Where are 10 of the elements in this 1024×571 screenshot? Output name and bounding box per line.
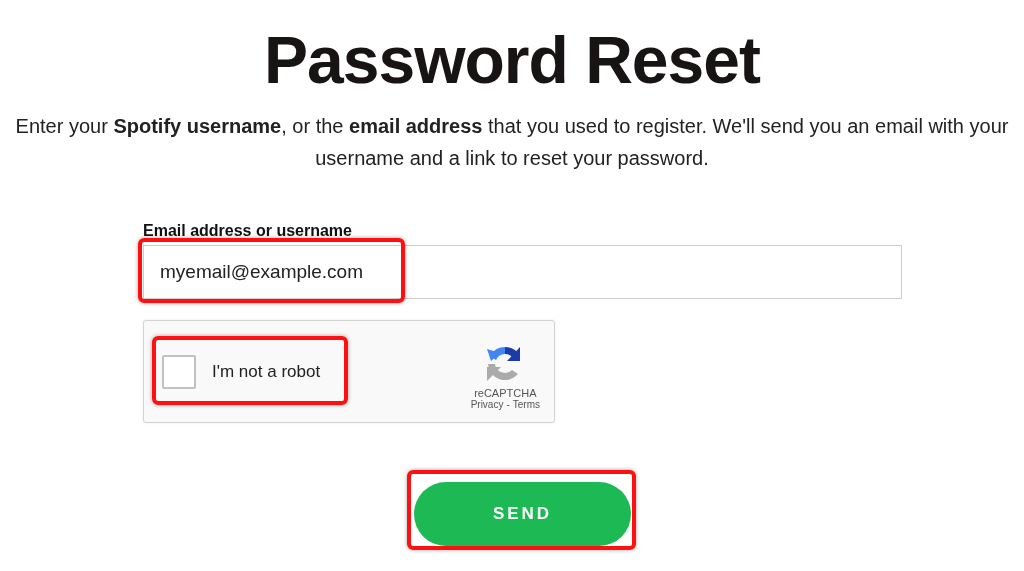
recaptcha-brand: reCAPTCHA (474, 387, 537, 399)
email-field[interactable]: myemail@example.com (143, 245, 902, 299)
terms-link[interactable]: Terms (512, 399, 540, 410)
page-title: Password Reset (263, 22, 762, 99)
link-separator: - (506, 399, 510, 410)
privacy-link[interactable]: Privacy (470, 399, 504, 410)
intro-text: Enter your Spotify username, or the email address that you used to register. We'll send you an email with your username and a link to reset your password. (14, 114, 1010, 171)
checkbox[interactable] (162, 354, 196, 389)
field-label: Email address or username (143, 221, 352, 241)
checkbox-label: I'm not a robot (212, 361, 321, 382)
